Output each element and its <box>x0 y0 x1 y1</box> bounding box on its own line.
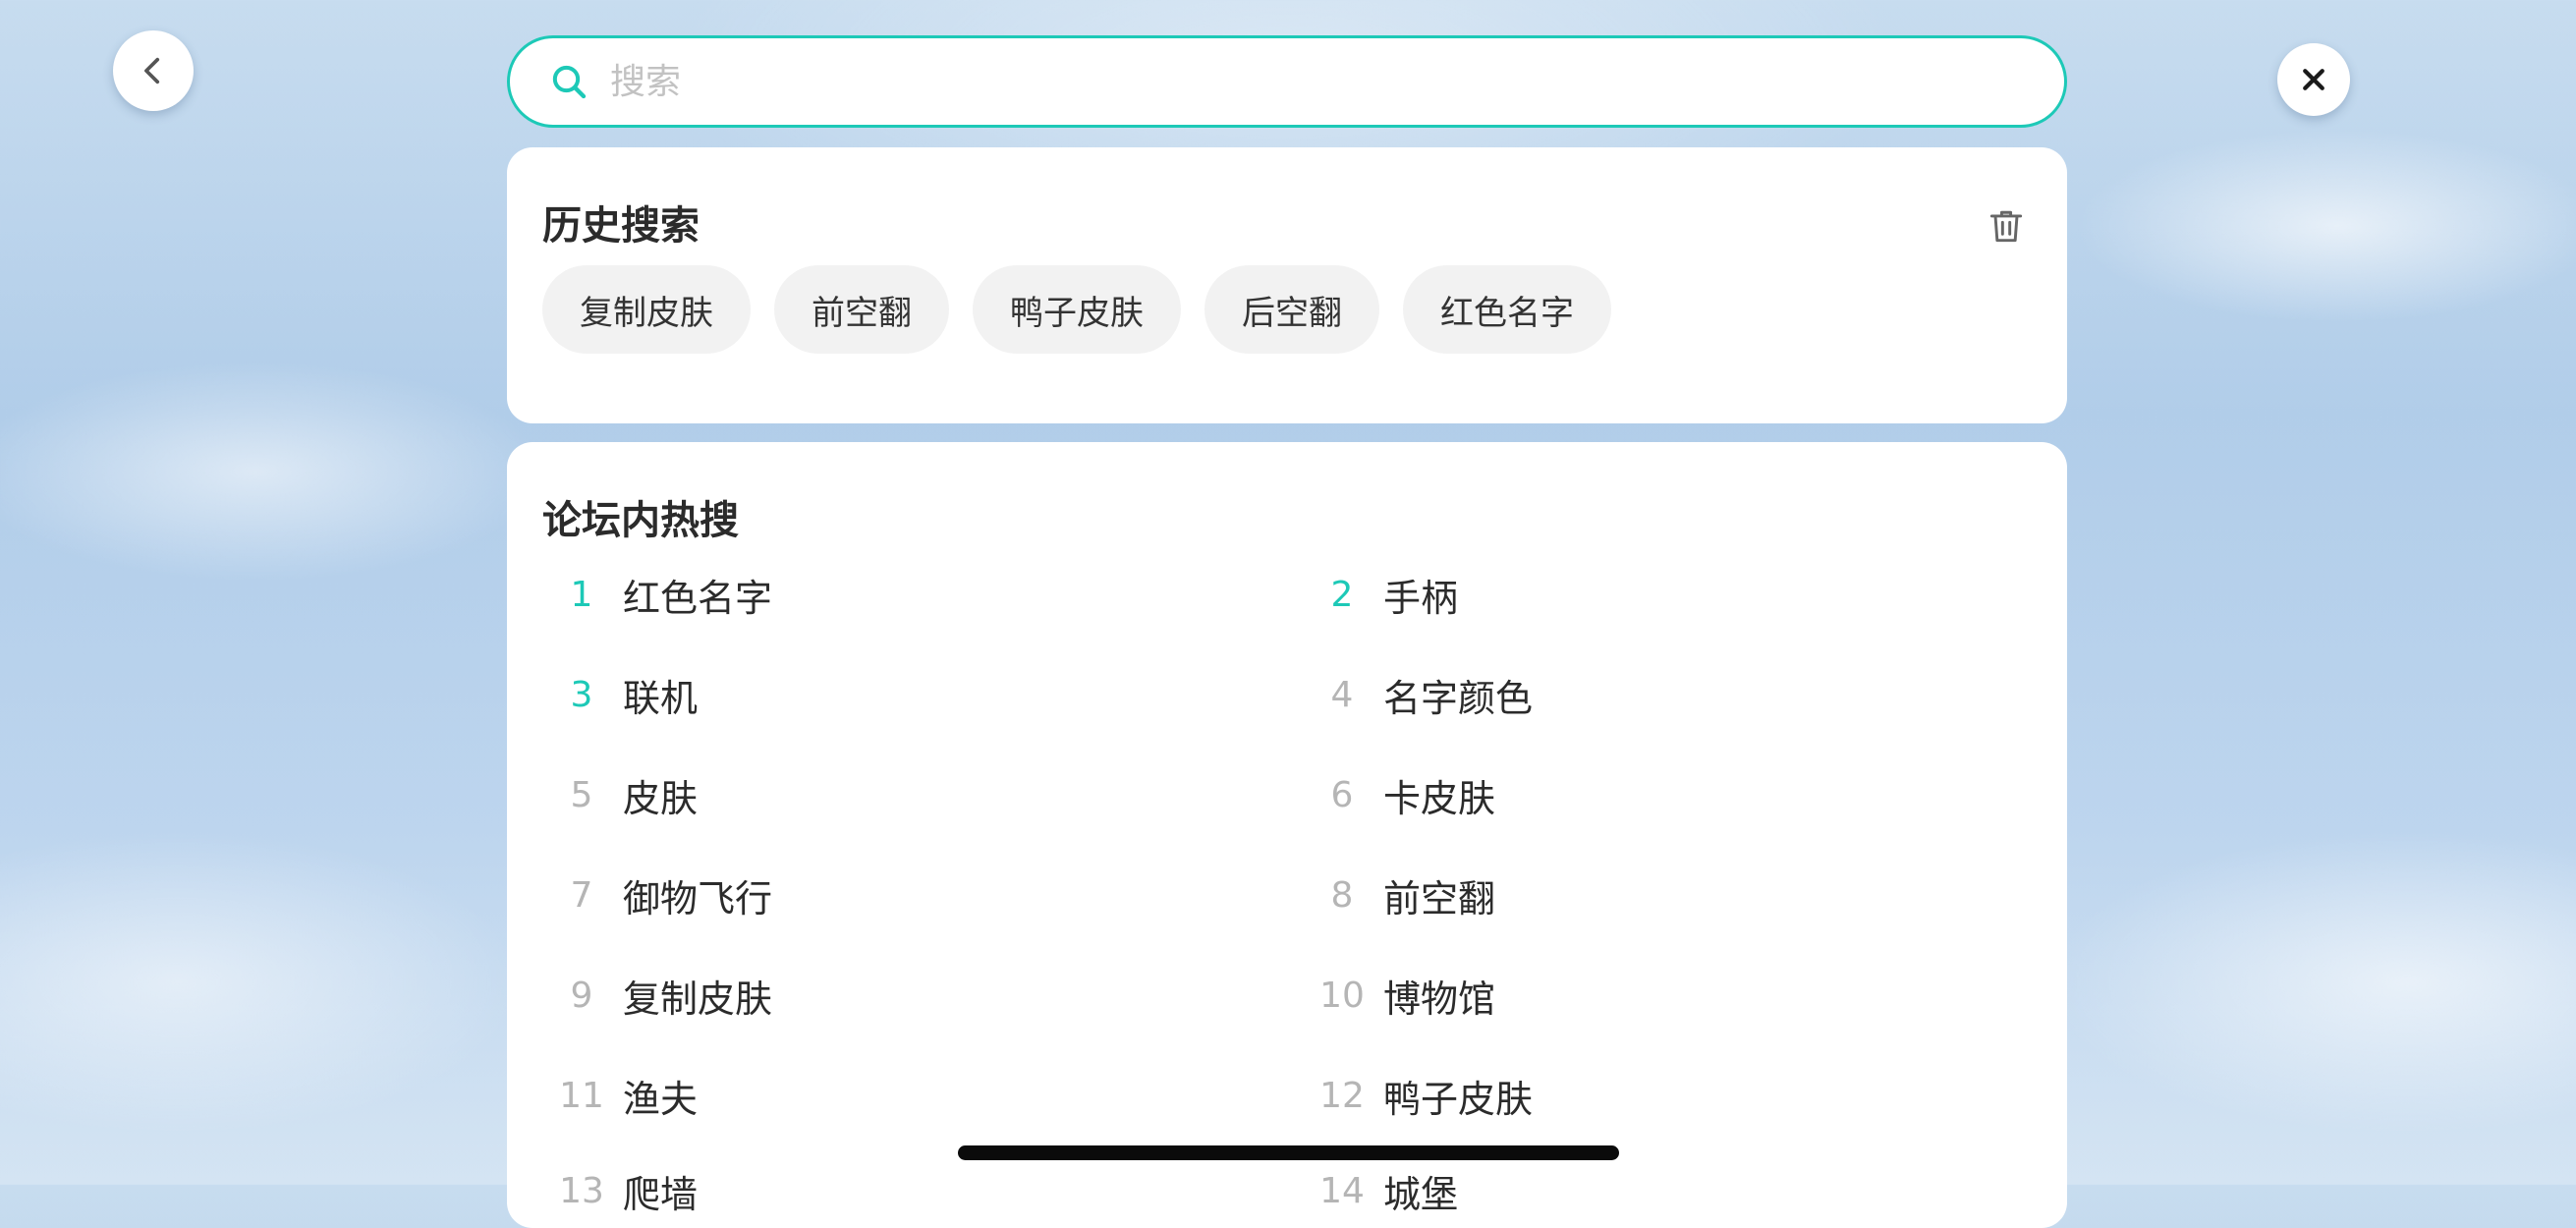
hot-label: 鸭子皮肤 <box>1383 1077 1534 1121</box>
hot-rank: 10 <box>1319 975 1365 1016</box>
hot-label: 手柄 <box>1383 576 1459 620</box>
close-icon <box>2303 69 2324 90</box>
history-search-card: 历史搜索 复制皮肤 前空翻 鸭子皮肤 后空翻 红色名字 <box>507 147 2067 423</box>
hot-label: 名字颜色 <box>1383 676 1534 720</box>
history-chip[interactable]: 前空翻 <box>774 265 949 354</box>
hot-label: 博物馆 <box>1383 977 1496 1021</box>
hot-rank: 13 <box>559 1170 604 1211</box>
hot-rank: 2 <box>1330 574 1354 615</box>
hot-label: 皮肤 <box>623 776 699 820</box>
hot-rank: 1 <box>570 574 593 615</box>
hot-rank: 6 <box>1330 774 1354 815</box>
hot-rank: 4 <box>1330 674 1354 715</box>
hot-label: 爬墙 <box>623 1172 699 1216</box>
history-chip[interactable]: 红色名字 <box>1403 265 1611 354</box>
hot-rank: 9 <box>570 975 593 1016</box>
hot-label: 前空翻 <box>1383 876 1496 921</box>
trash-icon <box>1989 210 2023 243</box>
hot-label: 复制皮肤 <box>623 977 773 1021</box>
hot-search-item[interactable]: 5 皮肤 <box>542 765 698 824</box>
hot-search-item[interactable]: 7 御物飞行 <box>542 865 772 924</box>
history-chip[interactable]: 鸭子皮肤 <box>973 265 1181 354</box>
hot-search-item[interactable]: 3 联机 <box>542 665 698 724</box>
hot-search-item[interactable]: 2 手柄 <box>1303 565 1458 624</box>
hot-label: 御物飞行 <box>623 876 773 921</box>
clear-history-button[interactable] <box>1985 204 2028 248</box>
hot-search-item[interactable]: 4 名字颜色 <box>1303 665 1533 724</box>
hot-search-item[interactable]: 1 红色名字 <box>542 565 772 624</box>
hot-rank: 5 <box>570 774 593 815</box>
back-button[interactable] <box>113 30 194 111</box>
hot-search-item[interactable]: 13 爬墙 <box>542 1161 698 1220</box>
history-chip-list: 复制皮肤 前空翻 鸭子皮肤 后空翻 红色名字 <box>542 265 1611 354</box>
hot-rank: 3 <box>570 674 593 715</box>
close-button[interactable] <box>2277 43 2350 116</box>
hot-search-item[interactable]: 6 卡皮肤 <box>1303 765 1495 824</box>
search-bar[interactable] <box>507 35 2067 128</box>
history-chip[interactable]: 复制皮肤 <box>542 265 751 354</box>
home-indicator[interactable] <box>958 1145 1619 1160</box>
hot-label: 渔夫 <box>623 1077 699 1121</box>
hot-search-item[interactable]: 8 前空翻 <box>1303 865 1495 924</box>
search-input[interactable] <box>608 51 2027 112</box>
hot-search-title: 论坛内热搜 <box>542 498 739 543</box>
hot-label: 红色名字 <box>623 576 773 620</box>
history-chip[interactable]: 后空翻 <box>1204 265 1379 354</box>
hot-label: 联机 <box>623 676 699 720</box>
hot-search-item[interactable]: 12 鸭子皮肤 <box>1303 1066 1533 1125</box>
hot-rank: 12 <box>1319 1075 1365 1116</box>
hot-search-item[interactable]: 14 城堡 <box>1303 1161 1458 1220</box>
hot-search-item[interactable]: 11 渔夫 <box>542 1066 698 1125</box>
hot-label: 城堡 <box>1383 1172 1459 1216</box>
hot-label: 卡皮肤 <box>1383 776 1496 820</box>
hot-rank: 14 <box>1319 1170 1365 1211</box>
hot-rank: 7 <box>570 874 593 916</box>
hot-search-card: 论坛内热搜 1 红色名字 2 手柄 3 联机 4 名字颜色 5 皮肤 6 卡皮肤… <box>507 442 2067 1228</box>
search-icon <box>552 65 587 99</box>
hot-rank: 11 <box>559 1075 604 1116</box>
hot-search-item[interactable]: 9 复制皮肤 <box>542 966 772 1025</box>
history-title: 历史搜索 <box>542 203 700 249</box>
hot-search-item[interactable]: 10 博物馆 <box>1303 966 1495 1025</box>
hot-rank: 8 <box>1330 874 1354 916</box>
chevron-left-icon <box>144 57 160 84</box>
